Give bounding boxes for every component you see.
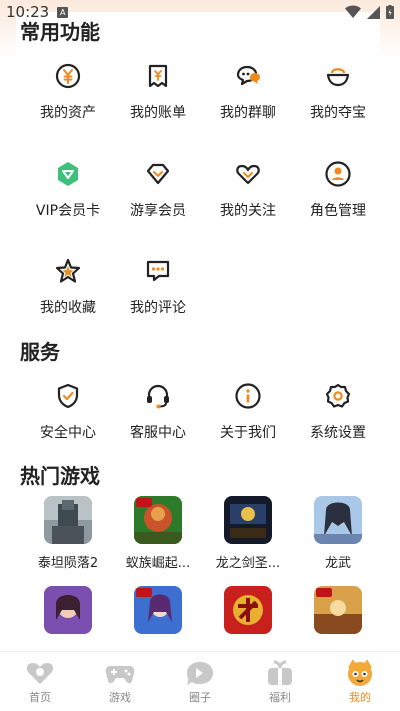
battery-icon <box>386 5 394 19</box>
grid-item-label: 系统设置 <box>310 425 366 441</box>
grid-item-member[interactable]: 游享会员 <box>113 160 203 220</box>
star-icon <box>55 258 81 283</box>
game-item[interactable]: 龙武 <box>293 496 383 571</box>
game-cover-image <box>44 586 92 634</box>
grid-item-treasure[interactable]: 我的夺宝 <box>293 62 383 122</box>
tab-label: 我的 <box>349 691 371 704</box>
game-cover-image <box>224 496 272 544</box>
grid-item-comments[interactable]: 我的评论 <box>113 257 203 317</box>
grid-item-label: 我的关注 <box>220 203 276 219</box>
game-name: 龙之剑圣... <box>215 556 281 571</box>
game-cover-image <box>224 586 272 634</box>
grid-item-vip-card[interactable]: VIP会员卡 <box>23 160 113 220</box>
status-bar: 10:23 A <box>0 0 400 24</box>
game-cover-image <box>134 496 182 544</box>
grid-item-label: 我的群聊 <box>220 105 276 121</box>
grid-item-label: 关于我们 <box>220 425 276 441</box>
tab-circle[interactable]: 圈子 <box>160 652 240 711</box>
signal-icon <box>367 5 380 19</box>
group-chat-icon <box>236 65 260 86</box>
user-icon <box>325 161 351 187</box>
grid-item-settings[interactable]: 系统设置 <box>293 382 383 442</box>
grid-item-security[interactable]: 安全中心 <box>23 382 113 442</box>
circle-icon <box>187 662 213 685</box>
tab-label: 福利 <box>269 691 291 704</box>
gift-icon <box>268 660 292 685</box>
comment-icon <box>146 260 170 282</box>
bottom-tab-bar: 首页 游戏 圈子 福利 我的 <box>0 651 400 711</box>
game-name: 蚁族崛起... <box>125 556 191 571</box>
profile-icon <box>348 659 372 686</box>
game-cover-image <box>44 496 92 544</box>
grid-item-group-chat[interactable]: 我的群聊 <box>203 62 293 122</box>
grid-item-role[interactable]: 角色管理 <box>293 160 383 220</box>
yen-coin-icon <box>55 63 81 89</box>
vip-card-icon <box>58 162 78 186</box>
game-cover-image <box>314 586 362 634</box>
game-item[interactable]: 泰坦陨落2 <box>23 496 113 571</box>
grid-item-label: 角色管理 <box>310 203 366 219</box>
wifi-icon <box>345 5 361 18</box>
game-item[interactable]: 蚁族崛起... <box>113 496 203 571</box>
bill-icon <box>148 64 168 88</box>
game-name: 泰坦陨落2 <box>37 556 99 571</box>
info-icon <box>235 383 261 409</box>
status-time: 10:23 <box>6 3 50 21</box>
notification-icon: A <box>57 6 69 18</box>
treasure-icon <box>326 68 350 87</box>
grid-item-about[interactable]: 关于我们 <box>203 382 293 442</box>
game-item[interactable] <box>23 586 113 634</box>
tab-welfare[interactable]: 福利 <box>240 652 320 711</box>
grid-item-favorites[interactable]: 我的收藏 <box>23 257 113 317</box>
game-item[interactable] <box>293 586 383 634</box>
game-item[interactable] <box>113 586 203 634</box>
section-title-games: 热门游戏 <box>20 464 100 488</box>
grid-item-label: 我的评论 <box>130 300 186 316</box>
game-name: 龙武 <box>324 556 351 571</box>
tab-label: 游戏 <box>109 691 131 704</box>
tab-home[interactable]: 首页 <box>0 652 80 711</box>
grid-item-label: 我的收藏 <box>40 300 96 316</box>
tab-games[interactable]: 游戏 <box>80 652 160 711</box>
tab-label: 首页 <box>29 691 51 704</box>
heart-icon <box>236 164 260 185</box>
grid-item-label: 我的夺宝 <box>310 105 366 121</box>
tab-profile[interactable]: 我的 <box>320 652 400 711</box>
grid-item-assets[interactable]: 我的资产 <box>23 62 113 122</box>
headset-icon <box>147 384 169 409</box>
gear-icon <box>325 383 351 408</box>
grid-item-label: 我的账单 <box>130 105 186 121</box>
grid-item-follow[interactable]: 我的关注 <box>203 160 293 220</box>
section-title-service: 服务 <box>20 340 60 364</box>
scroll-content[interactable]: 常用功能 我的资产 我的账单 我的群聊 我的夺宝 VIP会员卡 游享会员 我的关… <box>0 0 400 651</box>
game-cover-image <box>134 586 182 634</box>
home-icon <box>26 663 54 684</box>
tab-label: 圈子 <box>189 691 211 704</box>
game-item[interactable] <box>203 586 293 634</box>
grid-item-label: 客服中心 <box>130 425 186 441</box>
grid-item-bill[interactable]: 我的账单 <box>113 62 203 122</box>
diamond-icon <box>146 163 170 185</box>
grid-item-label: 游享会员 <box>130 203 186 219</box>
grid-item-label: 我的资产 <box>40 105 96 121</box>
gamepad-icon <box>105 666 135 684</box>
shield-check-icon <box>57 383 79 409</box>
grid-item-support[interactable]: 客服中心 <box>113 382 203 442</box>
grid-item-label: 安全中心 <box>40 425 96 441</box>
grid-item-label: VIP会员卡 <box>35 203 101 219</box>
game-cover-image <box>314 496 362 544</box>
game-item[interactable]: 龙之剑圣... <box>203 496 293 571</box>
